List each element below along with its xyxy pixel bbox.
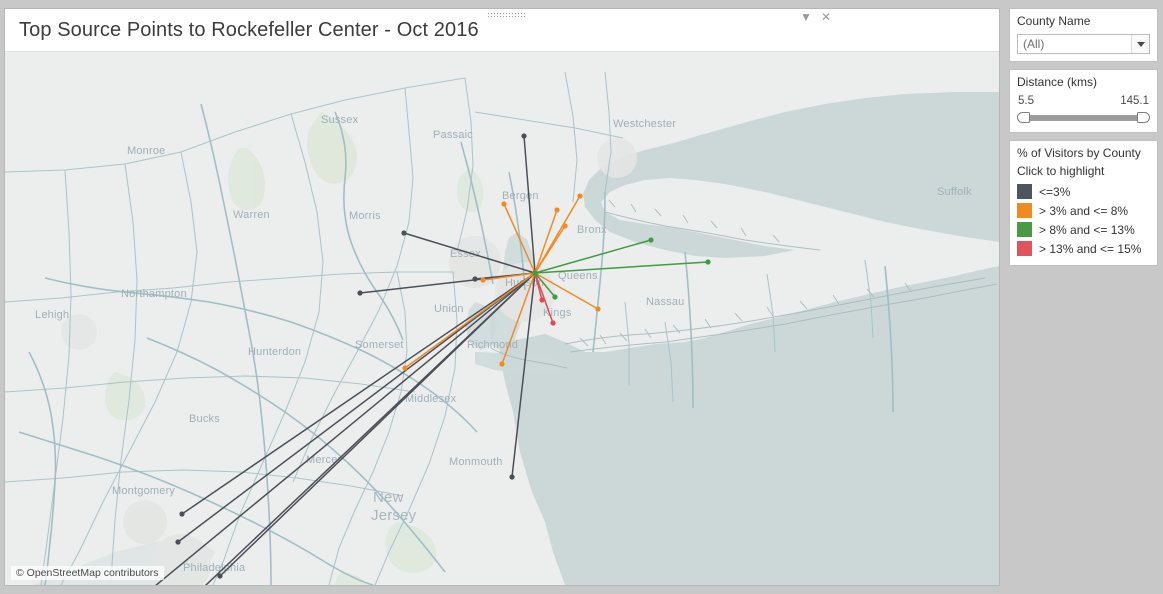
close-icon[interactable]: ✕ xyxy=(821,11,831,23)
minimize-icon[interactable]: ▼ xyxy=(800,11,812,23)
visitors-legend-card: % of Visitors by County Click to highlig… xyxy=(1009,140,1158,266)
source-point-marker[interactable] xyxy=(539,297,545,303)
source-point-marker[interactable] xyxy=(509,474,515,480)
distance-filter-title: Distance (kms) xyxy=(1017,75,1098,89)
source-point-marker[interactable] xyxy=(402,365,408,371)
source-point-marker[interactable] xyxy=(562,223,568,229)
source-point-marker[interactable] xyxy=(501,201,507,207)
map-label: Monmouth xyxy=(449,456,503,468)
source-point-marker[interactable] xyxy=(521,133,527,139)
county-name-filter-title: County Name xyxy=(1017,14,1091,28)
source-point-marker[interactable] xyxy=(705,259,711,265)
map-label: Monroe xyxy=(127,145,166,157)
legend-color-swatch xyxy=(1017,222,1032,237)
map-label: Union xyxy=(434,303,464,315)
map-viz-panel: ▼ ✕ Top Source Points to Rockefeller Cen… xyxy=(0,0,1004,594)
county-name-selected-value: (All) xyxy=(1023,37,1045,51)
map-label: Bucks xyxy=(189,413,220,425)
legend-item[interactable]: <=3% xyxy=(1017,182,1150,201)
source-point-marker[interactable] xyxy=(179,511,185,517)
legend-items: <=3% > 3% and <= 8% > 8% and <= 13% > 13% a… xyxy=(1017,182,1150,258)
window-controls: ▼ ✕ xyxy=(800,11,831,23)
source-point-marker[interactable] xyxy=(357,290,363,296)
source-point-marker[interactable] xyxy=(499,361,505,367)
source-point-marker[interactable] xyxy=(175,539,181,545)
legend-item-label: <=3% xyxy=(1039,184,1071,199)
legend-color-swatch xyxy=(1017,203,1032,218)
distance-range-values: 5.5 145.1 xyxy=(1018,95,1149,107)
source-point-marker[interactable] xyxy=(648,237,654,243)
slider-handle-max[interactable] xyxy=(1137,112,1150,123)
map-label: Middlesex xyxy=(405,393,457,405)
source-point-marker[interactable] xyxy=(217,573,223,579)
distance-filter-card: Distance (kms) 5.5 145.1 xyxy=(1009,69,1158,133)
map-label: Westchester xyxy=(613,118,676,130)
drag-grip-icon[interactable] xyxy=(487,11,527,19)
legend-title-line2: Click to highlight xyxy=(1017,164,1105,178)
map-label: Northampton xyxy=(121,288,187,300)
map-graphic: Sussex Monroe Passaic Westchester Bergen Suff… xyxy=(5,52,999,585)
distance-min-value: 5.5 xyxy=(1018,95,1034,107)
map-canvas[interactable]: Sussex Monroe Passaic Westchester Bergen Suff… xyxy=(5,52,999,585)
source-point-marker[interactable] xyxy=(595,306,601,312)
source-point-marker[interactable] xyxy=(552,294,558,300)
legend-item-label: > 13% and <= 15% xyxy=(1039,241,1142,256)
map-label: Hunterdon xyxy=(248,346,301,358)
osm-attribution[interactable]: © OpenStreetMap contributors xyxy=(11,566,164,580)
slider-bar xyxy=(1024,115,1143,121)
map-label: Sussex xyxy=(321,114,359,126)
dashboard-root: ▼ ✕ Top Source Points to Rockefeller Cen… xyxy=(0,0,1163,594)
chevron-down-icon[interactable] xyxy=(1131,35,1149,53)
source-point-marker[interactable] xyxy=(577,193,583,199)
legend-color-swatch xyxy=(1017,241,1032,256)
map-label: Passaic xyxy=(433,129,473,141)
map-label: Morris xyxy=(349,210,381,222)
map-label: Philadelphia xyxy=(183,562,246,574)
map-label: New xyxy=(373,489,404,506)
map-label: Lehigh xyxy=(35,309,69,321)
legend-title-line1: % of Visitors by County xyxy=(1017,146,1141,160)
viz-frame: ▼ ✕ Top Source Points to Rockefeller Cen… xyxy=(4,8,1000,586)
source-point-marker[interactable] xyxy=(472,276,478,282)
legend-item[interactable]: > 8% and <= 13% xyxy=(1017,220,1150,239)
source-point-marker[interactable] xyxy=(550,320,556,326)
distance-range-slider[interactable] xyxy=(1017,112,1150,123)
source-point-marker[interactable] xyxy=(480,277,486,283)
slider-handle-min[interactable] xyxy=(1017,112,1030,123)
destination-marker[interactable] xyxy=(532,270,538,276)
map-label: Somerset xyxy=(355,339,404,351)
county-name-filter-card: County Name (All) xyxy=(1009,8,1158,62)
legend-item[interactable]: > 13% and <= 15% xyxy=(1017,239,1150,258)
map-label: Suffolk xyxy=(937,186,972,198)
map-label: Nassau xyxy=(646,296,685,308)
map-label: Essex xyxy=(450,248,481,260)
legend-color-swatch xyxy=(1017,184,1032,199)
county-name-dropdown[interactable]: (All) xyxy=(1017,34,1150,54)
source-point-marker[interactable] xyxy=(554,207,560,213)
legend-item-label: > 3% and <= 8% xyxy=(1039,203,1129,218)
map-label: Montgomery xyxy=(112,485,175,497)
filters-sidebar: County Name (All) Distance (kms) 5.5 145… xyxy=(1004,0,1163,594)
distance-max-value: 145.1 xyxy=(1120,95,1149,107)
source-point-marker[interactable] xyxy=(401,230,407,236)
map-label: Bronx xyxy=(577,224,607,236)
map-label: Jersey xyxy=(371,507,417,524)
map-label: Bergen xyxy=(502,190,539,202)
map-label: Warren xyxy=(233,209,270,221)
legend-item-label: > 8% and <= 13% xyxy=(1039,222,1135,237)
legend-item[interactable]: > 3% and <= 8% xyxy=(1017,201,1150,220)
